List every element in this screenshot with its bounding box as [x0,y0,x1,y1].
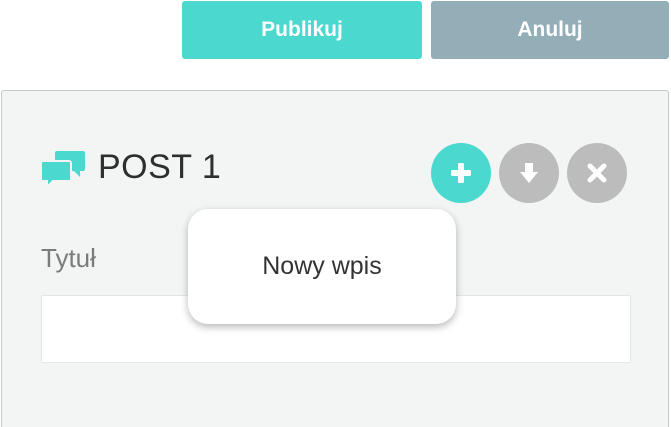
arrow-down-icon [520,163,538,183]
new-post-tooltip: Nowy wpis [188,209,456,324]
plus-icon [451,163,471,183]
remove-post-button[interactable] [567,143,627,203]
title-field-label: Tytuł [41,243,96,273]
publish-button[interactable]: Publikuj [182,1,422,59]
post-title: POST 1 [98,148,222,186]
editor-screen: Publikuj Anuluj POST 1 Tytuł Nowy wpis [0,0,671,427]
add-post-button[interactable] [431,143,491,203]
cancel-button[interactable]: Anuluj [431,1,669,59]
chat-bubbles-icon [41,151,85,189]
move-down-button[interactable] [499,143,559,203]
close-icon [587,163,607,183]
